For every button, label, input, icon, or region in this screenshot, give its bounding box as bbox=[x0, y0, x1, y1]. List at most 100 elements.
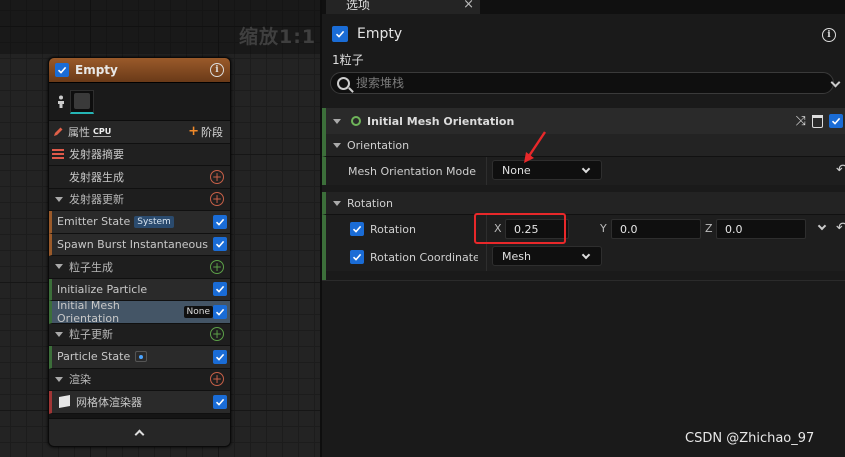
add-particle-update-module-icon[interactable]: + bbox=[210, 327, 224, 342]
chevron-down-icon bbox=[581, 250, 591, 260]
reset-icon[interactable]: ↶ bbox=[836, 220, 845, 236]
person-icon bbox=[58, 95, 64, 108]
collapse-triangle-icon[interactable] bbox=[333, 142, 341, 148]
particle-state-checkbox[interactable] bbox=[213, 349, 227, 364]
shuffle-icon[interactable]: ⤨ bbox=[796, 114, 806, 129]
rotation-coordinate-space-row: Rotation Coordinate Space Mesh bbox=[322, 243, 845, 271]
column-divider[interactable] bbox=[486, 243, 487, 271]
red-arrow-annotation bbox=[524, 131, 546, 163]
emitter-node-header[interactable]: Empty i bbox=[49, 58, 230, 83]
initialize-particle-checkbox[interactable] bbox=[213, 282, 227, 297]
panel-tab-bar: 选项 × bbox=[322, 0, 845, 14]
render-section[interactable]: 渲染 + bbox=[49, 368, 230, 391]
add-renderer-icon[interactable]: + bbox=[210, 372, 224, 387]
particle-update-section[interactable]: 粒子更新 + bbox=[49, 323, 230, 346]
column-divider[interactable] bbox=[486, 157, 487, 185]
list-icon bbox=[52, 149, 64, 160]
particle-state-module[interactable]: Particle State bbox=[49, 346, 230, 369]
collapse-triangle-icon[interactable] bbox=[55, 264, 63, 270]
emitter-enable-checkbox[interactable] bbox=[55, 63, 69, 77]
stack-search-input[interactable] bbox=[356, 76, 796, 90]
none-badge: None bbox=[183, 305, 213, 318]
module-accent-tail bbox=[322, 271, 326, 280]
render-label: 渲染 bbox=[69, 373, 91, 387]
mesh-renderer-checkbox[interactable] bbox=[213, 394, 227, 409]
tab-options[interactable]: 选项 × bbox=[326, 0, 480, 14]
emitter-thumbnail-row bbox=[49, 83, 230, 121]
spawn-burst-checkbox[interactable] bbox=[213, 237, 227, 252]
emitter-state-module[interactable]: Emitter State System bbox=[49, 211, 230, 234]
check-icon bbox=[215, 398, 225, 406]
rotation-y-field[interactable]: 0.0 bbox=[611, 219, 701, 239]
check-icon bbox=[335, 30, 345, 38]
info-icon[interactable]: i bbox=[210, 63, 224, 77]
watermark: CSDN @Zhichao_97 bbox=[685, 431, 815, 446]
panel-title: Empty bbox=[357, 26, 403, 42]
graph-canvas[interactable]: 缩放1:1 Empty i 属性 CPU +阶段 发射器摘要 发射器生成 + bbox=[0, 0, 320, 457]
collapse-triangle-icon[interactable] bbox=[55, 331, 63, 337]
collapse-triangle-icon[interactable] bbox=[333, 118, 341, 124]
rotation-z-label: Z bbox=[705, 222, 713, 235]
emitter-thumbnail[interactable] bbox=[70, 89, 94, 114]
emitter-state-checkbox[interactable] bbox=[213, 214, 227, 229]
rotation-coordinate-value: Mesh bbox=[502, 249, 531, 263]
zoom-label: 缩放1:1 bbox=[239, 26, 317, 48]
pencil-icon bbox=[54, 127, 63, 136]
particle-update-label: 粒子更新 bbox=[69, 328, 113, 342]
rotation-coordinate-dropdown[interactable]: Mesh bbox=[492, 246, 602, 266]
check-icon bbox=[352, 225, 362, 233]
stack-search[interactable] bbox=[330, 72, 841, 94]
emitter-spawn-row[interactable]: 发射器生成 + bbox=[49, 166, 230, 189]
particle-state-indicator-icon bbox=[135, 351, 148, 363]
rotation-label: Rotation bbox=[370, 222, 417, 236]
mesh-renderer-module[interactable]: 网格体渲染器 bbox=[49, 391, 230, 414]
check-icon bbox=[215, 286, 225, 294]
collapse-triangle-icon[interactable] bbox=[333, 200, 341, 206]
system-badge: System bbox=[134, 215, 174, 228]
module-enable-checkbox[interactable] bbox=[829, 114, 843, 128]
particle-spawn-section[interactable]: 粒子生成 + bbox=[49, 256, 230, 279]
initialize-particle-module[interactable]: Initialize Particle bbox=[49, 278, 230, 301]
close-icon[interactable]: × bbox=[463, 0, 474, 12]
rotation-z-field[interactable]: 0.0 bbox=[716, 219, 806, 239]
emitter-state-label: Emitter State bbox=[57, 215, 131, 229]
properties-label: 属性 bbox=[68, 125, 90, 139]
initial-mesh-orientation-module[interactable]: Initial Mesh Orientation None bbox=[49, 299, 230, 325]
emitter-summary-row[interactable]: 发射器摘要 bbox=[49, 143, 230, 166]
emitter-update-section[interactable]: 发射器更新 + bbox=[49, 188, 230, 211]
collapse-triangle-icon[interactable] bbox=[55, 196, 63, 202]
properties-row[interactable]: 属性 CPU + 阶段 bbox=[49, 121, 230, 144]
rotation-checkbox[interactable] bbox=[350, 222, 364, 236]
module-status-icon bbox=[351, 116, 361, 126]
panel-emitter-checkbox[interactable] bbox=[332, 26, 348, 42]
collapse-triangle-icon[interactable] bbox=[55, 376, 63, 382]
add-particle-spawn-module-icon[interactable]: + bbox=[210, 259, 224, 274]
initialize-particle-label: Initialize Particle bbox=[57, 282, 148, 296]
check-icon bbox=[215, 218, 225, 226]
rotation-row: Rotation X 0.25 Y 0.0 Z 0.0 ↶ bbox=[322, 215, 845, 243]
particle-count: 1粒子 bbox=[332, 53, 364, 67]
cpu-tag: CPU bbox=[93, 126, 112, 137]
reset-icon[interactable]: ↶ bbox=[836, 162, 845, 178]
trash-icon[interactable] bbox=[812, 114, 823, 128]
mesh-renderer-icon bbox=[59, 395, 70, 409]
emitter-node[interactable]: Empty i 属性 CPU + 阶段 发射器摘要 发射器生成 + 发射器更新 + bbox=[48, 57, 231, 447]
rotation-coordinate-checkbox[interactable] bbox=[350, 250, 364, 264]
collapse-node-button[interactable] bbox=[49, 418, 230, 446]
mesh-renderer-label: 网格体渲染器 bbox=[76, 395, 142, 409]
search-icon bbox=[337, 76, 350, 90]
add-emitter-spawn-module-icon[interactable]: + bbox=[210, 169, 224, 184]
info-icon[interactable]: i bbox=[822, 28, 836, 42]
stage-label: 阶段 bbox=[201, 125, 223, 139]
add-stage-button[interactable]: + 阶段 bbox=[188, 124, 223, 140]
spawn-burst-module[interactable]: Spawn Burst Instantaneous bbox=[49, 233, 230, 256]
module-header[interactable]: Initial Mesh Orientation ⤨ bbox=[322, 108, 845, 134]
tab-options-label: 选项 bbox=[346, 0, 371, 12]
check-icon bbox=[215, 308, 225, 316]
orientation-section[interactable]: Orientation bbox=[322, 134, 845, 157]
add-emitter-update-module-icon[interactable]: + bbox=[210, 192, 224, 207]
chevron-down-icon[interactable] bbox=[817, 221, 827, 231]
initial-mesh-orientation-checkbox[interactable] bbox=[213, 304, 227, 319]
chevron-down-icon[interactable] bbox=[830, 77, 841, 88]
rotation-section[interactable]: Rotation bbox=[322, 192, 845, 215]
